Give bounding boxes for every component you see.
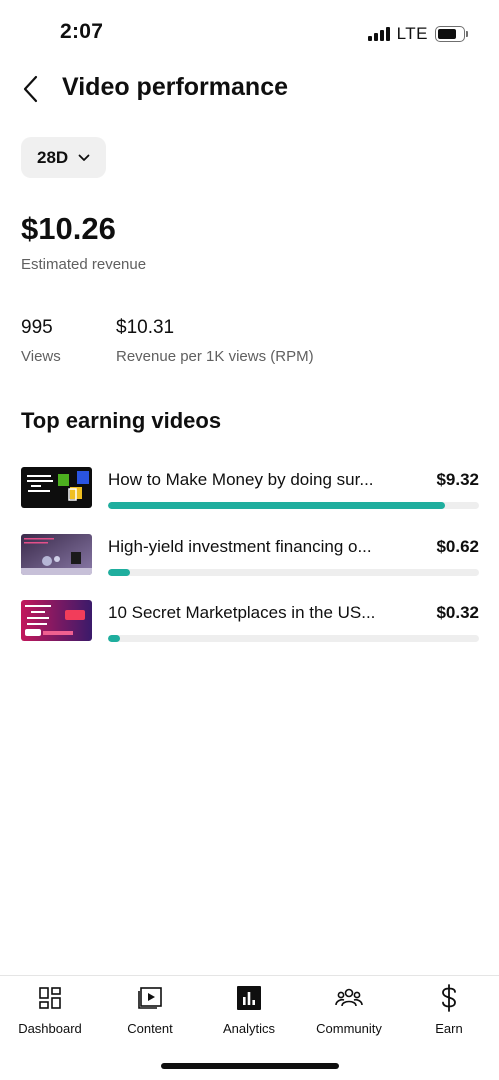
video-title: How to Make Money by doing sur... — [108, 470, 374, 489]
nav-label: Dashboard — [18, 1021, 82, 1036]
status-bar: 2:07 LTE — [0, 0, 499, 64]
revenue-share-fill — [108, 569, 131, 576]
nav-label: Analytics — [222, 1021, 276, 1036]
page-title: Video performance — [62, 73, 289, 101]
nav-item-content[interactable]: Content — [100, 984, 200, 1036]
video-thumbnail — [21, 600, 92, 641]
back-button[interactable] — [14, 72, 48, 106]
analytics-icon — [235, 984, 263, 1012]
estimated-revenue-label: Estimated revenue — [21, 256, 147, 273]
home-indicator — [161, 1063, 339, 1069]
revenue-share-bar — [108, 635, 479, 642]
video-title: High-yield investment financing o... — [108, 537, 372, 556]
nav-item-dashboard[interactable]: Dashboard — [0, 984, 100, 1036]
battery-icon — [435, 26, 468, 42]
dashboard-icon — [36, 984, 64, 1012]
revenue-share-fill — [108, 502, 445, 509]
estimated-revenue-value: $10.26 — [21, 211, 116, 246]
revenue-share-fill — [108, 635, 120, 642]
nav-item-earn[interactable]: Earn — [399, 984, 499, 1036]
views-stat: 995 Views — [21, 317, 61, 365]
chevron-left-icon — [23, 75, 38, 103]
network-type: LTE — [396, 24, 428, 43]
app-header: Video performance — [0, 64, 499, 114]
status-indicators: LTE — [367, 24, 468, 44]
video-row[interactable]: 10 Secret Marketplaces in the US... $0.3… — [21, 600, 479, 644]
chevron-down-icon — [78, 154, 90, 161]
views-value: 995 — [21, 317, 53, 338]
views-label: Views — [21, 348, 61, 365]
video-thumbnail — [21, 534, 92, 575]
video-revenue: $0.32 — [436, 603, 479, 622]
nav-item-community[interactable]: Community — [299, 984, 399, 1036]
video-title: 10 Secret Marketplaces in the US... — [108, 603, 376, 622]
status-time: 2:07 — [60, 20, 104, 43]
rpm-stat: $10.31 Revenue per 1K views (RPM) — [116, 317, 314, 365]
video-thumbnail — [21, 467, 92, 508]
video-revenue: $9.32 — [436, 470, 479, 489]
rpm-label: Revenue per 1K views (RPM) — [116, 348, 314, 365]
section-title-top-earning-videos: Top earning videos — [21, 408, 222, 433]
nav-label: Content — [127, 1021, 173, 1036]
nav-label: Community — [316, 1021, 382, 1036]
community-icon — [335, 984, 363, 1012]
rpm-value: $10.31 — [116, 317, 175, 338]
content-icon — [136, 984, 164, 1012]
video-row[interactable]: High-yield investment financing o... $0.… — [21, 534, 479, 578]
video-row[interactable]: How to Make Money by doing sur... $9.32 — [21, 467, 479, 511]
cellular-signal-icon — [367, 27, 390, 41]
revenue-share-bar — [108, 569, 479, 576]
nav-item-analytics[interactable]: Analytics — [199, 984, 299, 1036]
revenue-share-bar — [108, 502, 479, 509]
video-revenue: $0.62 — [436, 537, 479, 556]
period-label: 28D — [37, 147, 69, 167]
period-selector[interactable]: 28D — [21, 137, 107, 178]
nav-label: Earn — [435, 1021, 463, 1036]
dollar-icon — [435, 984, 463, 1012]
